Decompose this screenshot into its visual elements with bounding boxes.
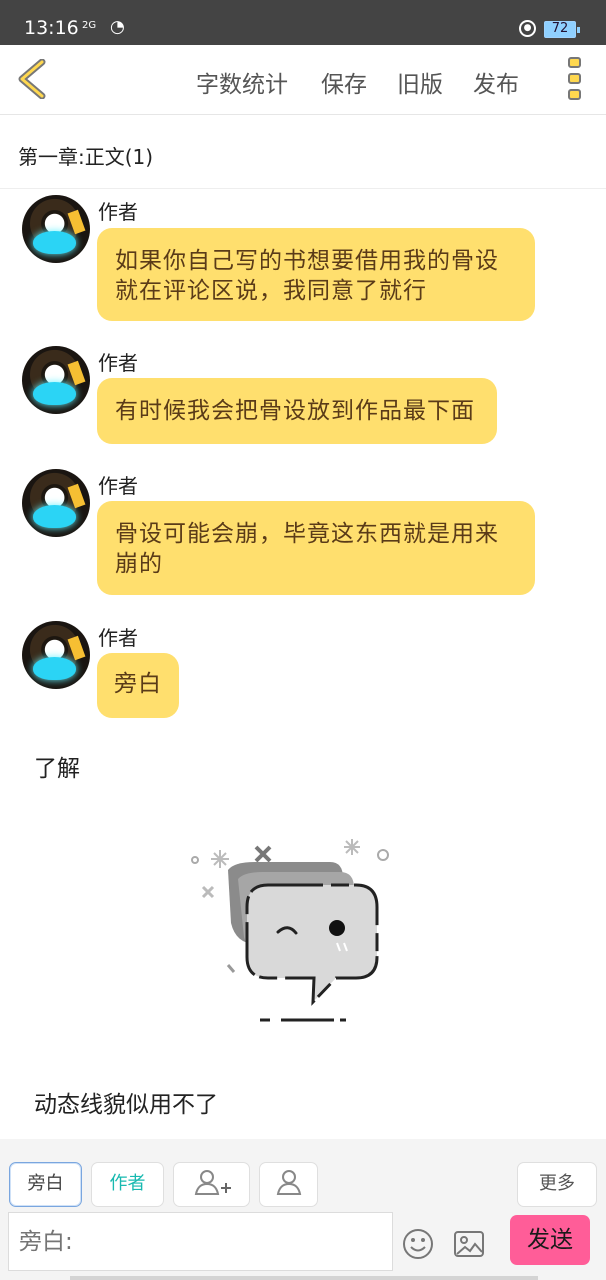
publish-button[interactable]: 发布 <box>473 65 519 99</box>
more-options-button[interactable]: 更多 <box>517 1162 597 1207</box>
old-version-button[interactable]: 旧版 <box>397 65 443 99</box>
chapter-header[interactable]: 第一章:正文(1) <box>0 116 606 189</box>
message-composer: 旁白 作者 更多 发送 <box>0 1139 606 1280</box>
chat-message[interactable]: 作者 旁白 <box>0 621 606 721</box>
plain-message[interactable]: 动态线貌似用不了 <box>34 1085 218 1119</box>
more-options-icon[interactable] <box>564 57 584 105</box>
image-icon[interactable] <box>452 1227 486 1261</box>
emoji-icon[interactable] <box>401 1227 435 1261</box>
plain-message[interactable]: 了解 <box>34 749 80 783</box>
chapter-title: 第一章:正文(1) <box>18 145 154 169</box>
back-arrow-icon[interactable] <box>14 59 54 99</box>
battery-indicator: 72 <box>544 21 580 38</box>
message-author: 作者 <box>98 474 138 498</box>
chat-message[interactable]: 作者 骨设可能会崩，毕竟这东西就是用来崩的 <box>0 469 606 599</box>
author-avatar[interactable] <box>22 346 90 414</box>
message-bubble[interactable]: 骨设可能会崩，毕竟这东西就是用来崩的 <box>97 501 535 595</box>
message-author: 作者 <box>98 626 138 650</box>
wifi-icon: ◔ <box>110 17 125 37</box>
person-icon <box>276 1170 301 1195</box>
author-avatar[interactable] <box>22 469 90 537</box>
status-bar: 13:16 2G ◔ ● 72 <box>0 0 606 45</box>
author-avatar[interactable] <box>22 195 90 263</box>
add-person-icon <box>194 1170 231 1195</box>
editor-toolbar: 字数统计 保存 旧版 发布 <box>0 45 606 115</box>
send-button[interactable]: 发送 <box>510 1215 590 1265</box>
message-bubble[interactable]: 有时候我会把骨设放到作品最下面 <box>97 378 497 444</box>
lock-icon: ● <box>519 20 536 37</box>
blinking-chat-bubble-sticker <box>191 839 389 1022</box>
add-character-button[interactable] <box>173 1162 250 1207</box>
narration-input-container[interactable] <box>8 1212 393 1271</box>
chat-message[interactable]: 作者 如果你自己写的书想要借用我的骨设就在评论区说，我同意了就行 <box>0 195 606 325</box>
message-author: 作者 <box>98 351 138 375</box>
character-button[interactable] <box>259 1162 318 1207</box>
message-bubble[interactable]: 如果你自己写的书想要借用我的骨设就在评论区说，我同意了就行 <box>97 228 535 321</box>
chat-message[interactable]: 作者 有时候我会把骨设放到作品最下面 <box>0 346 606 446</box>
author-avatar[interactable] <box>22 621 90 689</box>
save-button[interactable]: 保存 <box>321 65 367 99</box>
message-author: 作者 <box>98 200 138 224</box>
word-count-button[interactable]: 字数统计 <box>196 65 288 99</box>
author-role-button[interactable]: 作者 <box>91 1162 164 1207</box>
narration-role-button[interactable]: 旁白 <box>9 1162 82 1207</box>
status-time: 13:16 <box>24 17 79 39</box>
narration-input[interactable] <box>9 1213 392 1270</box>
message-bubble[interactable]: 旁白 <box>97 653 179 718</box>
navigation-hint <box>70 1276 538 1280</box>
network-icon: 2G <box>82 20 97 31</box>
